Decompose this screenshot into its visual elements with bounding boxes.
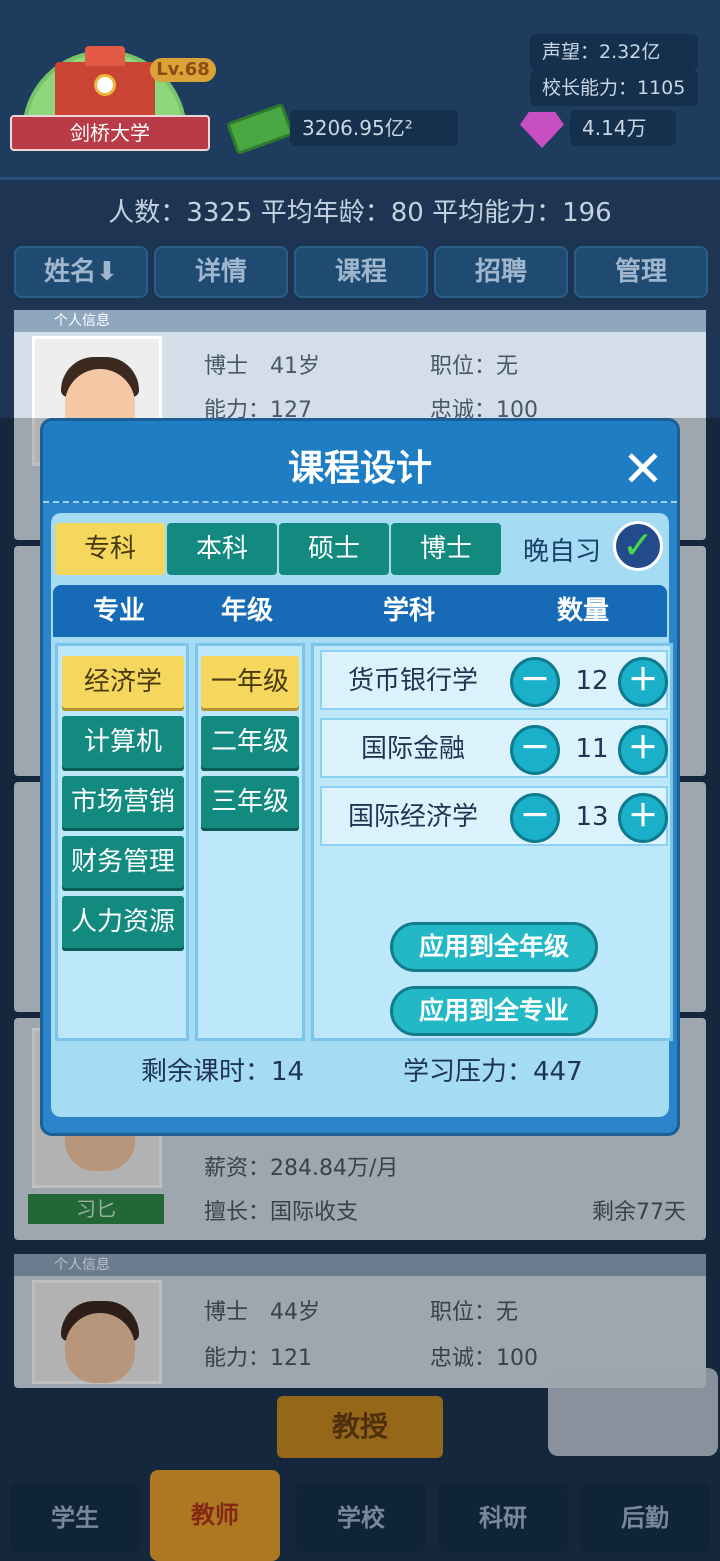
major-economics[interactable]: 经济学	[62, 656, 184, 708]
subject-row: 国际经济学 － 13 ＋	[320, 786, 668, 846]
top-header: Lv.68 剑桥大学 3206.95亿² 4.14万 声望：2.32亿 校长能力…	[0, 0, 720, 180]
major-marketing[interactable]: 市场营销	[62, 776, 184, 828]
col-major: 专业	[93, 596, 146, 626]
clock-icon	[94, 74, 116, 96]
subject-count: 12	[575, 666, 609, 696]
major-computer[interactable]: 计算机	[62, 716, 184, 768]
grade-third-year[interactable]: 三年级	[201, 776, 299, 828]
degree-age: 博士 41岁	[204, 354, 320, 379]
apply-all-grades-button[interactable]: 应用到全年级	[390, 922, 598, 972]
decrease-button[interactable]: －	[510, 657, 560, 707]
major-finance-management[interactable]: 财务管理	[62, 836, 184, 888]
tab-level-doctor[interactable]: 博士	[391, 523, 501, 575]
tab-level-bachelor[interactable]: 本科	[167, 523, 277, 575]
subject-row: 货币银行学 － 12 ＋	[320, 650, 668, 710]
apply-all-majors-button[interactable]: 应用到全专业	[390, 986, 598, 1036]
tab-name-sort[interactable]: 姓名⬇	[14, 246, 148, 298]
subject-count: 13	[575, 802, 609, 832]
money-icon	[225, 102, 295, 156]
money-display: 3206.95亿²	[290, 110, 458, 146]
reputation-label: 声望：	[542, 41, 600, 63]
increase-button[interactable]: ＋	[618, 793, 668, 843]
col-subject: 学科	[383, 596, 436, 626]
column-header: 专业 年级 学科 数量	[53, 585, 667, 637]
increase-button[interactable]: ＋	[618, 657, 668, 707]
gem-display: 4.14万	[570, 110, 676, 146]
subject-name: 货币银行学	[347, 666, 478, 696]
majors-panel: 经济学 计算机 市场营销 财务管理 人力资源	[55, 643, 189, 1041]
major-human-resources[interactable]: 人力资源	[62, 896, 184, 948]
grade-first-year[interactable]: 一年级	[201, 656, 299, 708]
course-design-dialog: 课程设计 ✕ 专科 本科 硕士 博士 晚自习 ✓ 专业 年级 学科 数量 经济学…	[40, 418, 680, 1136]
school-level-badge: Lv.68	[150, 58, 216, 82]
grade-second-year[interactable]: 二年级	[201, 716, 299, 768]
tab-manage[interactable]: 管理	[574, 246, 708, 298]
gem-icon	[520, 112, 564, 148]
dialog-body: 专科 本科 硕士 博士 晚自习 ✓ 专业 年级 学科 数量 经济学 计算机 市场…	[51, 513, 673, 1117]
tab-details[interactable]: 详情	[154, 246, 288, 298]
dialog-title: 课程设计	[43, 421, 677, 503]
subject-count: 11	[575, 734, 609, 764]
col-grade: 年级	[221, 596, 274, 626]
principal-ability-display: 校长能力：1105	[530, 70, 698, 106]
self-study-label: 晚自习	[523, 537, 602, 567]
tab-recruit[interactable]: 招聘	[434, 246, 568, 298]
grades-panel: 一年级 二年级 三年级	[195, 643, 305, 1041]
school-name: 剑桥大学	[10, 115, 210, 151]
study-pressure: 学习压力：447	[403, 1057, 583, 1087]
subject-name: 国际金融	[360, 734, 465, 764]
tab-courses[interactable]: 课程	[294, 246, 428, 298]
subject-name: 国际经济学	[347, 802, 478, 832]
decrease-button[interactable]: －	[510, 725, 560, 775]
subjects-panel: 货币银行学 － 12 ＋ 国际金融 － 11 ＋ 国际经济学 － 13 ＋ 应用…	[311, 643, 673, 1041]
reputation-display: 声望：2.32亿	[530, 34, 698, 70]
staff-summary: 人数：3325 平均年龄：80 平均能力：196	[108, 198, 612, 228]
check-icon[interactable]: ✓	[613, 521, 663, 571]
increase-button[interactable]: ＋	[618, 725, 668, 775]
reputation-value: 2.32亿	[599, 41, 661, 63]
tab-level-master[interactable]: 硕士	[279, 523, 389, 575]
position: 职位：无	[430, 354, 519, 379]
tab-level-junior-college[interactable]: 专科	[55, 523, 165, 575]
col-count: 数量	[557, 596, 610, 626]
card-header: 个人信息	[14, 310, 706, 332]
remaining-hours: 剩余课时：14	[141, 1057, 305, 1087]
teacher-tabs: 姓名⬇ 详情 课程 招聘 管理	[14, 246, 708, 298]
subject-row: 国际金融 － 11 ＋	[320, 718, 668, 778]
close-icon[interactable]: ✕	[617, 443, 669, 495]
decrease-button[interactable]: －	[510, 793, 560, 843]
